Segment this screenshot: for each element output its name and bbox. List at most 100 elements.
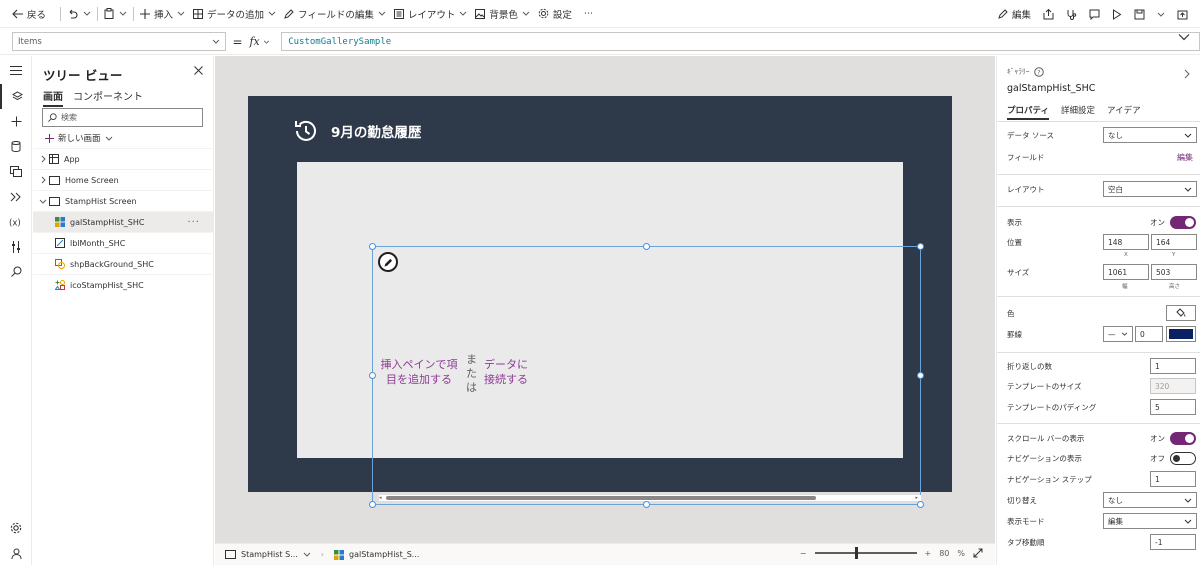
tree-node-label[interactable]: lblMonth_SHC <box>33 232 214 253</box>
save-icon[interactable] <box>1134 9 1145 20</box>
chevron-down-icon[interactable] <box>37 199 49 204</box>
formula-input[interactable]: CustomGallerySample <box>281 32 1200 51</box>
height-input[interactable]: 503 <box>1151 264 1197 280</box>
data-rail-button[interactable] <box>0 134 32 159</box>
border-color-picker[interactable] <box>1166 326 1196 342</box>
breadcrumb-screen[interactable]: StampHist S... <box>225 550 311 559</box>
position-y-input[interactable]: 164 <box>1151 234 1197 250</box>
layout-button[interactable]: レイアウト <box>393 7 468 21</box>
settings-button[interactable]: 設定 <box>538 7 572 21</box>
chevron-down-icon[interactable] <box>119 11 127 16</box>
tab-ideas[interactable]: アイデア <box>1107 104 1141 120</box>
tree-search-input[interactable]: 検索 <box>42 108 203 127</box>
play-icon[interactable] <box>1112 8 1122 20</box>
tab-advanced[interactable]: 詳細設定 <box>1061 104 1095 120</box>
wrap-count-input[interactable]: 1 <box>1150 358 1196 374</box>
resize-handle[interactable] <box>917 243 924 250</box>
settings-rail-button[interactable] <box>0 515 32 540</box>
tab-components[interactable]: コンポーネント <box>73 88 143 107</box>
chevron-right-icon[interactable] <box>1184 69 1190 79</box>
zoom-slider[interactable] <box>814 547 917 559</box>
breadcrumb-control[interactable]: galStampHist_S... <box>333 549 419 560</box>
more-options-icon[interactable]: ··· <box>187 217 200 228</box>
edit-template-button[interactable] <box>378 252 398 272</box>
zoom-value[interactable]: 80 <box>939 549 949 558</box>
tree-node-icon[interactable]: icoStampHist_SHC <box>33 274 214 295</box>
edit-fields-button[interactable]: フィールドの編集 <box>284 7 386 21</box>
tree-node-home-screen[interactable]: Home Screen <box>33 169 214 190</box>
advanced-tools-button[interactable] <box>0 234 32 259</box>
new-screen-button[interactable]: 新しい画面 <box>45 132 113 144</box>
chevron-down-icon[interactable] <box>1157 12 1165 17</box>
stethoscope-icon[interactable] <box>1066 9 1077 20</box>
resize-handle[interactable] <box>917 501 924 508</box>
transition-dropdown[interactable]: なし <box>1103 492 1197 508</box>
border-width-input[interactable]: 0 <box>1135 326 1163 342</box>
visible-toggle[interactable]: オン <box>1150 215 1196 229</box>
template-padding-input[interactable]: 5 <box>1150 399 1196 415</box>
comment-icon[interactable] <box>1089 9 1100 20</box>
zoom-in-button[interactable]: + <box>925 549 932 558</box>
resize-handle[interactable] <box>369 243 376 250</box>
nav-step-input[interactable]: 1 <box>1150 471 1196 487</box>
insert-rail-button[interactable] <box>0 109 32 134</box>
chevron-right-icon[interactable] <box>37 155 49 163</box>
edit-right-button[interactable]: 編集 <box>998 7 1031 21</box>
width-input[interactable]: 1061 <box>1103 264 1149 280</box>
publish-icon[interactable] <box>1177 9 1188 20</box>
function-button[interactable]: fx <box>249 35 281 48</box>
gallery-control[interactable]: 挿入ペインで項目を追加する または データに接続する ◂ ▸ <box>369 243 924 508</box>
tab-screens[interactable]: 画面 <box>43 88 63 107</box>
app-screen[interactable]: 9月の勤怠履歴 挿入ペインで項目を追加する または データに接続する ◂ ▸ <box>248 96 952 508</box>
layout-dropdown[interactable]: 空白 <box>1103 181 1197 197</box>
search-rail-button[interactable] <box>0 259 32 284</box>
navigation-toggle[interactable]: オフ <box>1150 451 1196 465</box>
scrollbar-toggle[interactable]: オン <box>1150 431 1196 445</box>
display-mode-dropdown[interactable]: 編集 <box>1103 513 1197 529</box>
close-icon[interactable] <box>194 66 203 75</box>
resize-handle[interactable] <box>643 243 650 250</box>
tree-node-shape[interactable]: shpBackGround_SHC <box>33 253 214 274</box>
scroll-right-icon[interactable]: ▸ <box>915 495 918 501</box>
datasource-dropdown[interactable]: なし <box>1103 127 1197 143</box>
fit-to-window-icon[interactable] <box>973 548 983 558</box>
add-data-button[interactable]: データの追加 <box>193 7 276 21</box>
undo-icon[interactable] <box>67 9 78 19</box>
tab-index-input[interactable]: -1 <box>1150 534 1196 550</box>
zoom-slider-thumb[interactable] <box>855 547 859 559</box>
position-x-input[interactable]: 148 <box>1103 234 1149 250</box>
chevron-right-icon[interactable] <box>37 176 49 184</box>
month-title-label[interactable]: 9月の勤怠履歴 <box>331 121 421 141</box>
background-button[interactable]: 背景色 <box>475 7 530 21</box>
fields-edit-link[interactable]: 編集 <box>1177 152 1193 163</box>
horizontal-scrollbar[interactable]: ◂ ▸ <box>379 495 921 501</box>
more-button[interactable]: ⋯ <box>584 8 594 19</box>
share-icon[interactable] <box>1043 8 1054 20</box>
power-automate-button[interactable] <box>0 184 32 209</box>
resize-handle[interactable] <box>643 501 650 508</box>
history-icon[interactable] <box>293 118 319 144</box>
back-button[interactable]: 戻る <box>12 7 46 21</box>
toggle-switch[interactable] <box>1170 451 1196 465</box>
help-icon[interactable]: ? <box>1033 66 1044 77</box>
chevron-down-icon[interactable] <box>83 11 91 16</box>
media-rail-button[interactable] <box>0 159 32 184</box>
insert-button[interactable]: 挿入 <box>140 7 185 21</box>
resize-handle[interactable] <box>369 501 376 508</box>
tree-view-button[interactable] <box>0 84 32 109</box>
border-style-dropdown[interactable]: — <box>1103 326 1133 342</box>
scroll-left-icon[interactable]: ◂ <box>379 495 382 501</box>
paste-icon[interactable] <box>104 8 114 19</box>
scroll-thumb[interactable] <box>386 496 816 500</box>
control-name[interactable]: galStampHist_SHC <box>1007 83 1095 94</box>
tab-properties[interactable]: プロパティ <box>1007 104 1049 120</box>
hamburger-menu-button[interactable] <box>0 56 32 84</box>
property-dropdown[interactable]: Items <box>12 32 226 51</box>
toggle-switch[interactable] <box>1170 431 1196 445</box>
tree-node-stamphist-screen[interactable]: StampHist Screen <box>33 190 214 211</box>
zoom-out-button[interactable]: − <box>800 549 807 558</box>
resize-handle[interactable] <box>369 372 376 379</box>
variables-button[interactable]: (x) <box>0 209 32 234</box>
account-rail-button[interactable] <box>0 541 32 566</box>
color-picker[interactable] <box>1166 305 1196 321</box>
